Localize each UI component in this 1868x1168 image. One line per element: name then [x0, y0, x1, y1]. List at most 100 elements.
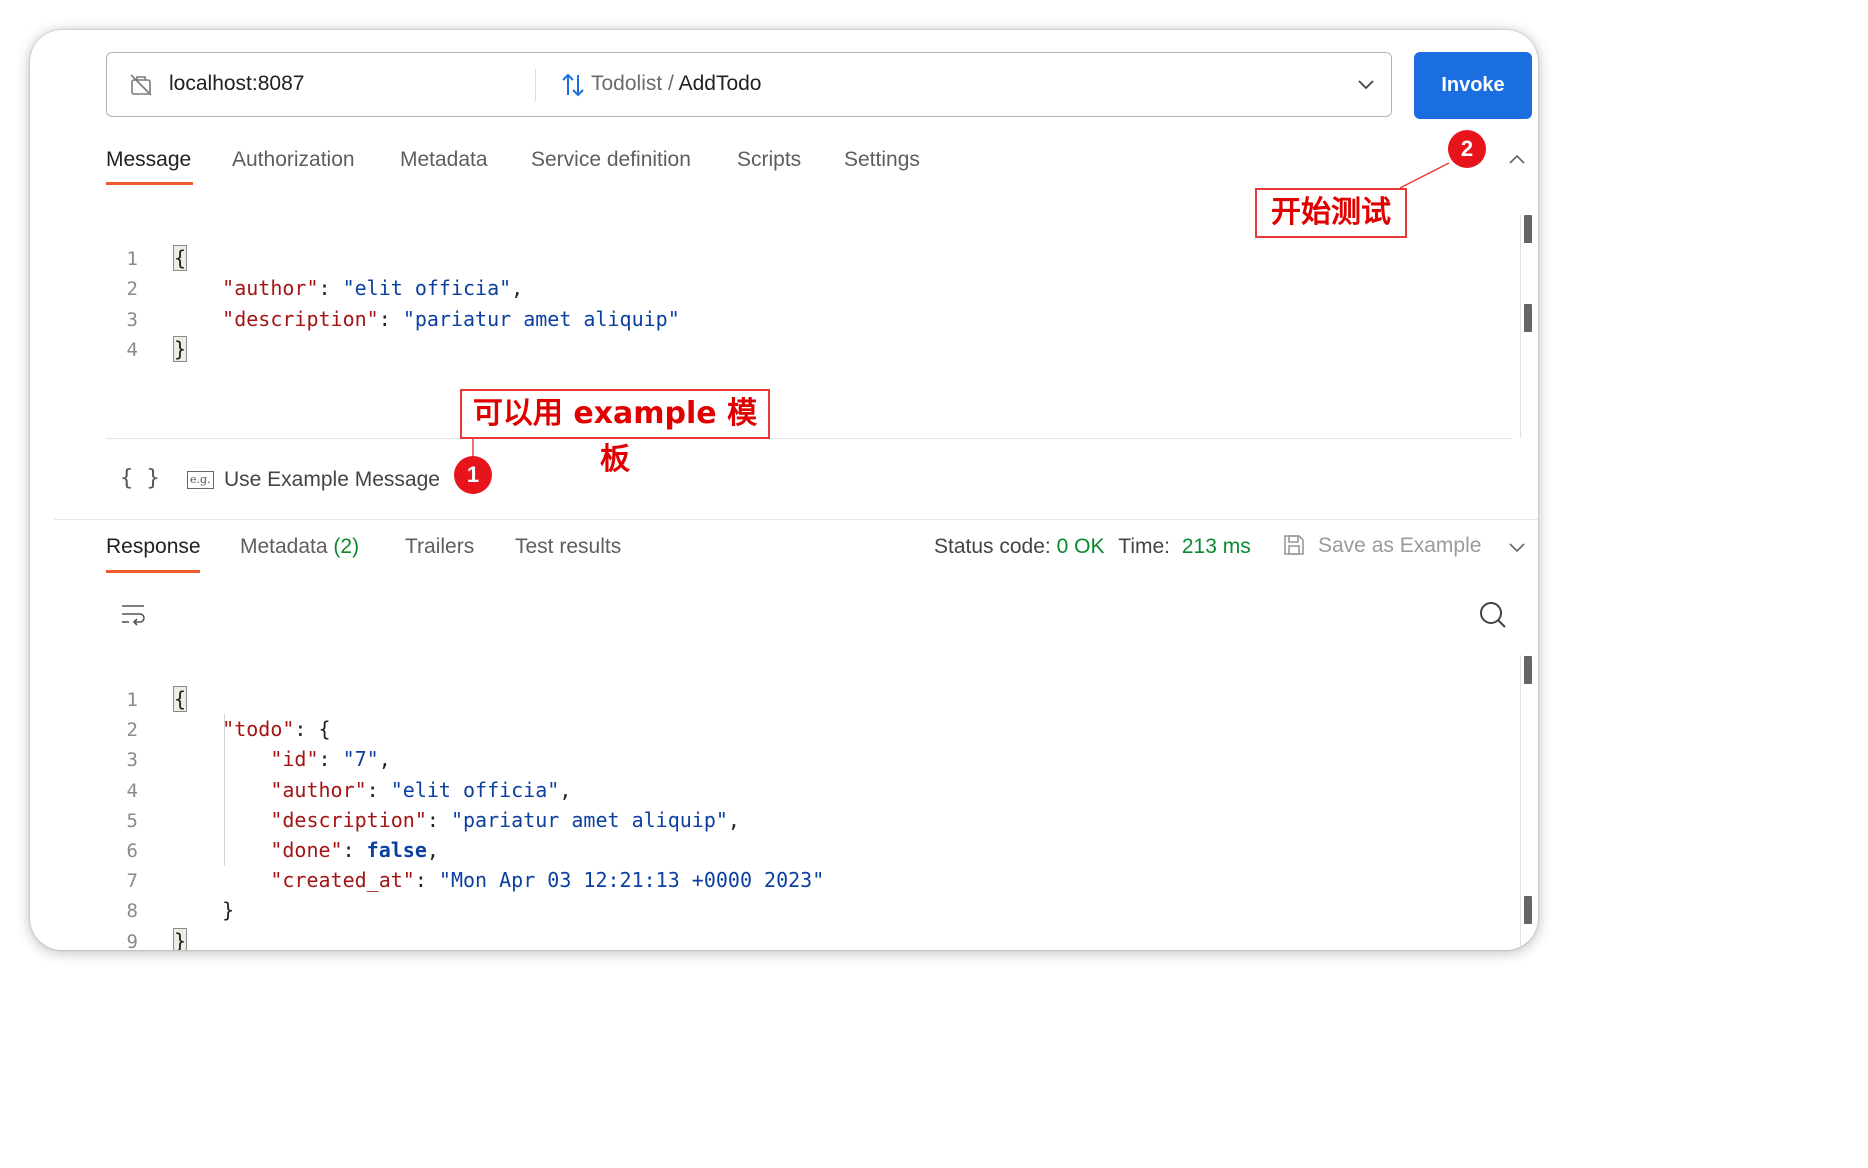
- save-icon: [1284, 535, 1304, 555]
- example-annotation-label: 可以用 example 模板: [460, 389, 770, 477]
- response-code-line[interactable]: {: [172, 686, 188, 712]
- json-string: "pariatur amet aliquip": [450, 807, 728, 832]
- response-code-line[interactable]: "author": "elit officia",: [174, 778, 571, 802]
- message-code-line[interactable]: }: [172, 335, 188, 362]
- tab-trailers[interactable]: Trailers: [405, 535, 474, 559]
- example-icon: e.g.: [187, 471, 214, 489]
- tab-response-metadata[interactable]: Metadata (2): [240, 535, 359, 559]
- json-punctuation: [174, 307, 222, 331]
- braces-icon[interactable]: { }: [120, 466, 160, 491]
- response-line-number: 1: [126, 689, 138, 711]
- json-punctuation: :: [318, 276, 343, 301]
- message-code-line[interactable]: {: [172, 245, 188, 271]
- use-example-message-button[interactable]: Use Example Message: [224, 468, 440, 492]
- json-punctuation: [174, 808, 270, 832]
- response-code-line[interactable]: }: [174, 898, 234, 922]
- server-host[interactable]: localhost:8087: [169, 72, 304, 96]
- time-value: 213 ms: [1181, 535, 1251, 558]
- chevron-down-icon[interactable]: [1508, 540, 1526, 554]
- json-string: "elit officia": [390, 777, 560, 802]
- editor-divider: [106, 438, 1512, 439]
- metadata-count: (2): [333, 535, 360, 558]
- json-punctuation: ,: [511, 276, 524, 301]
- tab-authorization[interactable]: Authorization: [232, 148, 355, 172]
- search-icon[interactable]: [1478, 600, 1508, 630]
- wrap-lines-icon[interactable]: [120, 602, 148, 628]
- response-scrollbar-top[interactable]: [1524, 656, 1532, 684]
- json-key: "id": [270, 747, 319, 772]
- response-scrollbar-bottom[interactable]: [1524, 896, 1532, 924]
- editor-scrollbar-top[interactable]: [1524, 215, 1532, 243]
- response-line-number: 4: [126, 779, 138, 802]
- tab-test-results[interactable]: Test results: [515, 535, 621, 559]
- tab-response[interactable]: Response: [106, 535, 201, 559]
- response-status: Status code: 0 OK Time: 213 ms: [934, 535, 1251, 559]
- json-literal: false: [366, 838, 427, 862]
- indent-guide: [224, 714, 225, 866]
- service-method[interactable]: Todolist / AddTodo: [591, 72, 761, 96]
- active-response-tab-indicator: [106, 570, 200, 573]
- json-punctuation: : {: [294, 717, 331, 742]
- json-key: "author": [270, 777, 367, 802]
- json-punctuation: ,: [378, 747, 391, 772]
- json-brace: }: [172, 927, 188, 950]
- message-code-line[interactable]: "author": "elit officia",: [174, 276, 523, 300]
- response-code-line[interactable]: "done": false,: [174, 838, 439, 862]
- annotation-badge-2: 2: [1448, 130, 1486, 168]
- annotation-badge-1: 1: [454, 456, 492, 494]
- json-brace: }: [172, 335, 188, 362]
- save-as-example-button[interactable]: Save as Example: [1318, 534, 1481, 558]
- response-line-number: 7: [126, 870, 138, 893]
- message-editor[interactable]: 1 2 3 4 { "author": "elit officia", "descri…: [54, 210, 1538, 438]
- json-key: "author": [222, 276, 319, 301]
- message-line-number: 2: [126, 278, 138, 301]
- time-label: Time:: [1118, 535, 1171, 558]
- grpc-url-bar[interactable]: localhost:8087 Todolist / AddTodo: [106, 52, 1392, 117]
- path-separator: /: [668, 72, 674, 95]
- response-code-line[interactable]: "description": "pariatur amet aliquip",: [174, 808, 740, 832]
- annotation-leader-line: [1399, 162, 1450, 189]
- tab-service-definition[interactable]: Service definition: [531, 148, 691, 172]
- json-key: "description": [270, 807, 427, 832]
- response-code-line[interactable]: "id": "7",: [174, 747, 391, 772]
- section-divider: [54, 519, 1538, 520]
- tab-settings[interactable]: Settings: [844, 148, 920, 172]
- json-string: "7": [342, 747, 379, 772]
- message-code-line[interactable]: "description": "pariatur amet aliquip": [174, 307, 680, 331]
- message-line-number: 4: [126, 338, 138, 361]
- json-punctuation: }: [174, 898, 235, 923]
- json-punctuation: [174, 868, 270, 892]
- json-punctuation: :: [318, 747, 343, 772]
- response-editor-right-border: [1520, 655, 1521, 950]
- json-punctuation: :: [414, 868, 439, 893]
- json-string: "elit officia": [342, 276, 512, 301]
- message-line-number: 3: [126, 308, 138, 331]
- url-divider: [535, 69, 536, 101]
- tab-message[interactable]: Message: [106, 148, 191, 172]
- response-line-number: 2: [126, 719, 138, 742]
- app-window: localhost:8087 Todolist / AddTodo Invoke…: [30, 30, 1538, 950]
- json-brace: {: [172, 686, 188, 712]
- response-line-number: 6: [126, 840, 138, 862]
- invoke-button[interactable]: Invoke: [1414, 52, 1532, 119]
- tab-scripts[interactable]: Scripts: [737, 148, 801, 172]
- chevron-down-icon[interactable]: [1357, 77, 1375, 91]
- response-code-line[interactable]: "todo": {: [174, 717, 331, 742]
- tab-metadata[interactable]: Metadata: [400, 148, 488, 172]
- response-code-line[interactable]: }: [172, 927, 188, 950]
- json-string: "Mon Apr 03 12:21:13 +0000 2023": [438, 868, 825, 893]
- status-code-value: 0 OK: [1056, 535, 1105, 558]
- response-line-number: 3: [126, 749, 138, 772]
- response-code-line[interactable]: "created_at": "Mon Apr 03 12:21:13 +0000…: [174, 868, 824, 892]
- json-key: "description": [222, 306, 379, 331]
- invoke-annotation-label: 开始测试: [1255, 188, 1407, 238]
- chevron-up-icon[interactable]: [1508, 152, 1526, 166]
- json-key: "created_at": [270, 868, 415, 893]
- json-punctuation: [174, 838, 270, 862]
- service-name: Todolist: [591, 72, 663, 95]
- editor-scrollbar-bottom[interactable]: [1524, 304, 1532, 332]
- json-punctuation: :: [426, 807, 451, 832]
- message-line-number: 1: [126, 248, 138, 270]
- json-punctuation: [174, 717, 222, 741]
- response-editor[interactable]: 1 2 3 4 5 6 7 8 9 { "todo": { "id": "7", "author…: [54, 650, 1538, 950]
